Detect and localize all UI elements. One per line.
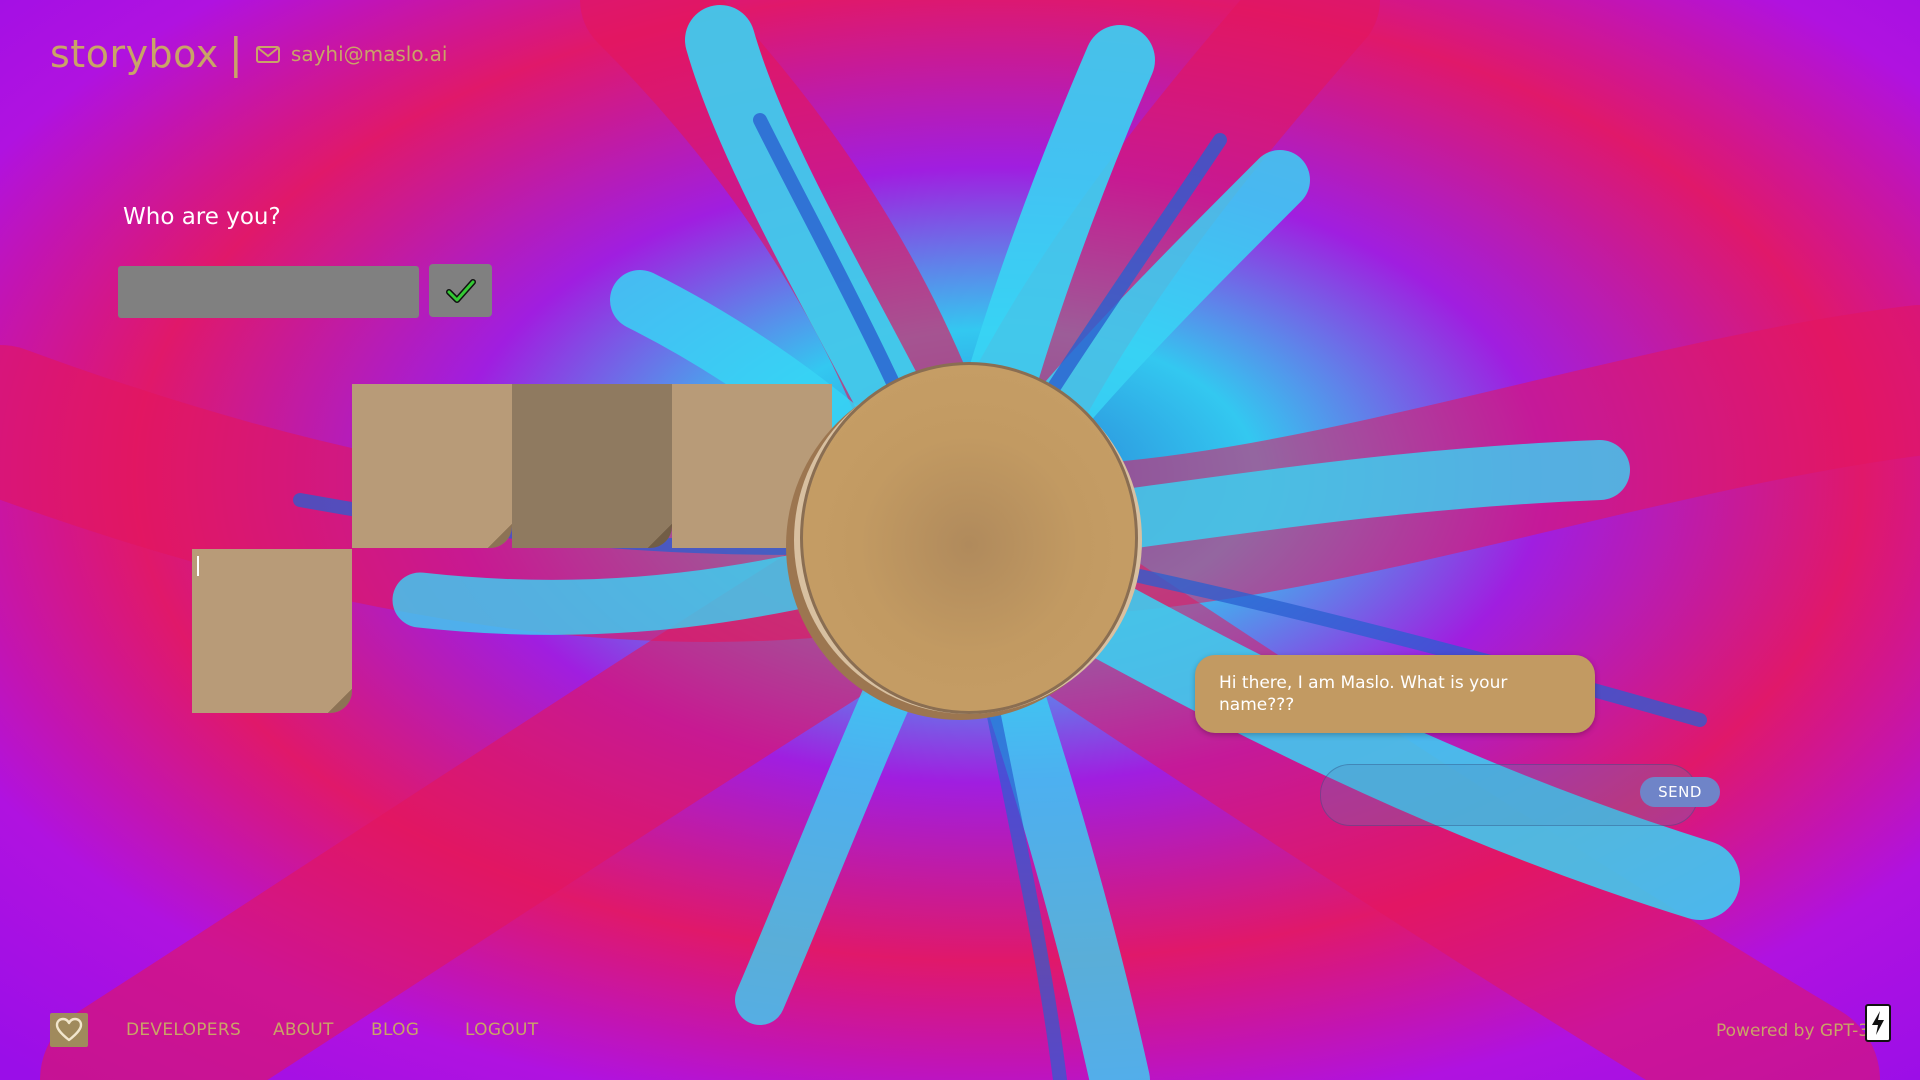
mail-icon[interactable] [255, 41, 281, 67]
lightning-bolt-icon [1872, 1011, 1884, 1035]
powered-by-text: Powered by GPT-3 [1716, 1021, 1870, 1041]
contact-email-link[interactable]: sayhi@maslo.ai [291, 42, 448, 66]
story-tile[interactable] [192, 549, 352, 713]
header: storybox | sayhi@maslo.ai [50, 32, 447, 76]
story-tile[interactable] [352, 384, 512, 548]
heart-icon [55, 1017, 83, 1042]
nav-blog[interactable]: BLOG [371, 1020, 419, 1040]
story-tile[interactable] [512, 384, 672, 548]
nav-developers[interactable]: DEVELOPERS [126, 1020, 241, 1040]
header-separator: | [228, 29, 243, 78]
confirm-name-button[interactable] [429, 264, 492, 317]
bolt-button[interactable] [1865, 1004, 1891, 1042]
send-button[interactable]: SEND [1640, 777, 1720, 807]
nav-about[interactable]: ABOUT [273, 1020, 334, 1040]
maslo-orb[interactable] [800, 362, 1138, 714]
favorite-button[interactable] [50, 1013, 88, 1047]
nav-logout[interactable]: LOGOUT [465, 1020, 538, 1040]
chat-message-bubble: Hi there, I am Maslo. What is your name?… [1195, 655, 1595, 733]
text-cursor [197, 556, 199, 576]
name-input[interactable] [118, 266, 419, 318]
identity-prompt: Who are you? [123, 204, 281, 230]
checkmark-icon [445, 278, 476, 303]
brand-logo[interactable]: storybox [50, 32, 219, 76]
